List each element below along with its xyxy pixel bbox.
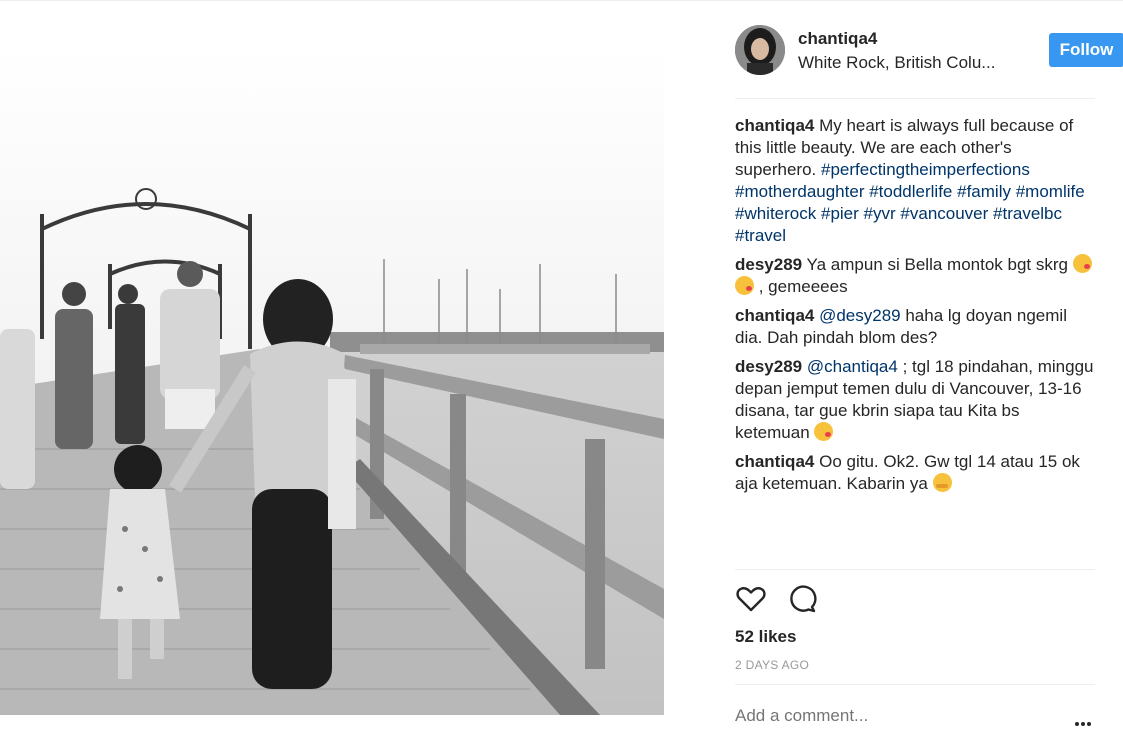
- hashtag-link[interactable]: #family: [957, 182, 1011, 201]
- kissing-face-emoji: [814, 422, 834, 441]
- kissing-face-emoji: [1072, 254, 1092, 273]
- avatar[interactable]: [735, 25, 785, 75]
- hugging-face-emoji: [932, 473, 952, 492]
- comment-divider: [735, 684, 1095, 685]
- follow-button[interactable]: Follow: [1049, 33, 1123, 67]
- comment-author[interactable]: desy289: [735, 255, 802, 274]
- hashtag-link[interactable]: #travel: [735, 226, 786, 245]
- post-media: [0, 0, 705, 741]
- comment-item: desy289 @chantiqa4 ; tgl 18 pindahan, mi…: [735, 356, 1095, 444]
- hashtag-link[interactable]: #toddlerlife: [869, 182, 952, 201]
- header-divider: [735, 98, 1095, 99]
- comment-item: chantiqa4 My heart is always full becaus…: [735, 115, 1095, 247]
- post-username[interactable]: chantiqa4: [798, 29, 877, 49]
- mention-link[interactable]: @desy289: [819, 306, 901, 325]
- hashtag-link[interactable]: #momlife: [1016, 182, 1085, 201]
- post-time[interactable]: 2 DAYS AGO: [735, 658, 809, 672]
- post-location[interactable]: White Rock, British Colu...: [798, 53, 995, 73]
- heart-icon[interactable]: [735, 583, 767, 615]
- comment-item: chantiqa4 Oo gitu. Ok2. Gw tgl 14 atau 1…: [735, 451, 1095, 495]
- add-comment-input[interactable]: [735, 706, 1035, 726]
- hashtag-link[interactable]: #yvr: [864, 204, 896, 223]
- actions-divider: [735, 569, 1095, 570]
- comment-text: Ya ampun si Bella montok bgt skrg: [806, 255, 1073, 274]
- hashtag-link[interactable]: #pier: [821, 204, 859, 223]
- comment-author[interactable]: chantiqa4: [735, 116, 814, 135]
- comment-text: , gemeeees: [758, 277, 848, 296]
- more-options-icon[interactable]: [1075, 713, 1093, 731]
- comment-item: chantiqa4 @desy289 haha lg doyan ngemil …: [735, 305, 1095, 349]
- post-header: chantiqa4 White Rock, British Colu... Fo…: [735, 23, 1123, 79]
- likes-count[interactable]: 52 likes: [735, 627, 796, 647]
- post-actions: [735, 583, 1095, 617]
- hashtag-link[interactable]: #vancouver: [900, 204, 988, 223]
- comment-author[interactable]: desy289: [735, 357, 802, 376]
- mention-link[interactable]: @chantiqa4: [807, 357, 898, 376]
- comments-list: chantiqa4 My heart is always full becaus…: [735, 115, 1095, 502]
- kissing-face-emoji: [735, 276, 754, 295]
- post-photo[interactable]: [0, 49, 664, 715]
- comment-author[interactable]: chantiqa4: [735, 306, 814, 325]
- hashtag-link[interactable]: #perfectingtheimperfections: [821, 160, 1030, 179]
- comment-item: desy289 Ya ampun si Bella montok bgt skr…: [735, 254, 1095, 298]
- comment-author[interactable]: chantiqa4: [735, 452, 814, 471]
- hashtag-link[interactable]: #travelbc: [993, 204, 1062, 223]
- hashtag-link[interactable]: #whiterock: [735, 204, 816, 223]
- comment-icon[interactable]: [787, 583, 819, 615]
- hashtag-link[interactable]: #motherdaughter: [735, 182, 864, 201]
- avatar-image: [735, 25, 785, 75]
- post-sidebar: chantiqa4 White Rock, British Colu... Fo…: [705, 0, 1123, 741]
- pier-photo-image: [0, 49, 664, 715]
